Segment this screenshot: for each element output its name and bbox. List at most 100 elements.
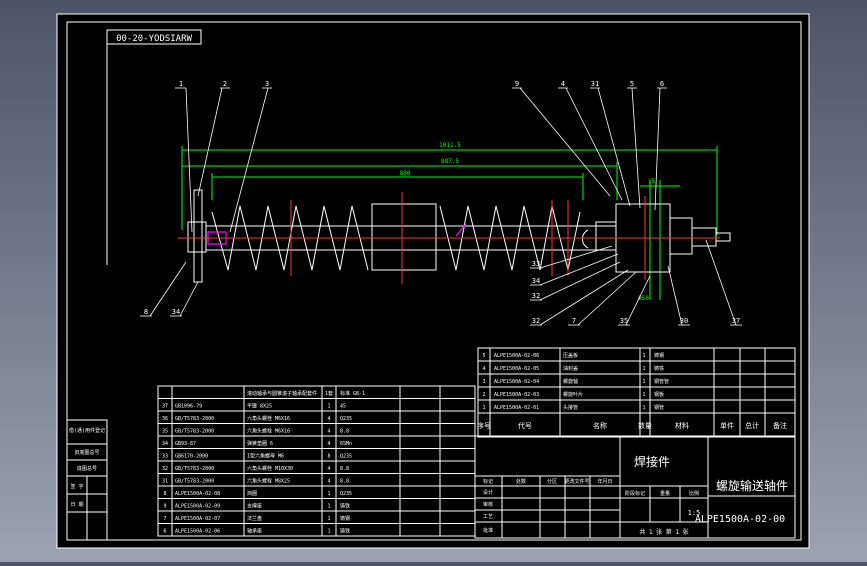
- lower-cell-code: GB/T5783-2000: [175, 429, 214, 435]
- lower-cell-code: ALPE1500A-02-09: [175, 504, 220, 510]
- dim-hub-width: 15: [648, 178, 656, 185]
- svg-text:30: 30: [680, 317, 688, 325]
- lower-cell-remark: 标准 GB-1: [340, 390, 365, 397]
- svg-text:6: 6: [660, 80, 664, 88]
- lower-cell-name: 法兰盘: [247, 515, 262, 522]
- svg-text:35: 35: [620, 317, 628, 325]
- drawing-number: ALPE1500A-02-00: [695, 514, 785, 525]
- svg-text:签 字: 签 字: [70, 483, 83, 490]
- scale: 1:5: [688, 509, 701, 517]
- svg-text:34: 34: [532, 277, 540, 285]
- upper-cell-qty: 1: [642, 366, 645, 372]
- upper-cell-qty: 1: [642, 379, 645, 385]
- lower-cell-remark: 铸钢: [340, 515, 350, 522]
- upper-cell-material: 钢板: [654, 391, 664, 398]
- lower-cell-code: GB93-87: [175, 441, 196, 447]
- lower-cell-remark: Q235: [340, 454, 352, 460]
- lower-cell-name: 轴承座: [247, 528, 262, 535]
- svg-text:32: 32: [532, 292, 540, 300]
- svg-text:9: 9: [515, 80, 519, 88]
- lower-cell-remark: Q235: [340, 416, 352, 422]
- svg-text:00-20-YODSIARW: 00-20-YODSIARW: [116, 34, 192, 44]
- upper-cell-no: 4: [482, 366, 485, 372]
- upper-header-qty: 数量: [638, 421, 652, 430]
- svg-text:底图总号: 底图总号: [77, 465, 97, 472]
- lower-cell-remark: 8.8: [340, 466, 349, 472]
- upper-cell-name: 螺旋叶片: [563, 391, 583, 398]
- lower-cell-code: ALPE1500A-02-07: [175, 516, 220, 522]
- svg-text:工艺: 工艺: [483, 514, 493, 520]
- lower-cell-no: 35: [162, 429, 168, 435]
- dim-overall: 1011.5: [439, 142, 461, 149]
- lower-cell-qty: 1: [327, 529, 330, 535]
- svg-text:32: 32: [532, 317, 540, 325]
- upper-cell-qty: 1: [642, 405, 645, 411]
- lower-cell-qty: 4: [327, 429, 330, 435]
- lower-cell-name: 六角头螺栓 M6X16: [247, 415, 290, 422]
- lower-cell-qty: 4: [327, 416, 330, 422]
- svg-text:34: 34: [172, 308, 180, 316]
- lower-cell-code: GB/T5783-2000: [175, 479, 214, 485]
- lower-cell-name: 挡圈: [247, 490, 257, 497]
- lower-cell-no: 7: [163, 516, 166, 522]
- svg-text:标记: 标记: [483, 478, 493, 485]
- svg-text:设计: 设计: [483, 489, 493, 496]
- sheet-count: 共 1 张 第 1 张: [639, 528, 688, 536]
- lower-cell-remark: 8.8: [340, 479, 349, 485]
- svg-text:比例: 比例: [689, 490, 699, 497]
- upper-cell-name: 油封盖: [563, 365, 578, 372]
- cad-viewport[interactable]: 00-20-YODSIARW 1011.5 887.5 800 Φ50 15 1…: [0, 0, 867, 562]
- lower-cell-remark: 铸铁: [340, 528, 350, 535]
- svg-text:年月日: 年月日: [597, 478, 612, 485]
- upper-cell-material: 铸钢: [654, 352, 664, 359]
- svg-text:8: 8: [144, 308, 148, 316]
- svg-text:重量: 重量: [660, 490, 670, 497]
- lower-cell-remark: 65Mn: [340, 441, 352, 447]
- upper-cell-code: ALPE1500A-02-01: [494, 405, 539, 411]
- svg-text:阶段标记: 阶段标记: [625, 490, 645, 497]
- lower-cell-remark: 45: [340, 404, 346, 410]
- lower-cell-name: 弹簧垫圈 6: [247, 440, 273, 447]
- upper-cell-material: 铸铁: [654, 365, 664, 372]
- lower-cell-code: GB6170-2000: [175, 454, 208, 460]
- upper-cell-material: 钢管管: [654, 378, 669, 385]
- lower-cell-qty: 1: [327, 404, 330, 410]
- upper-header-total_weight: 总计: [745, 421, 759, 430]
- svg-text:31: 31: [591, 80, 599, 88]
- svg-text:33: 33: [532, 260, 540, 268]
- lower-cell-no: 36: [162, 416, 168, 422]
- lower-cell-no: 8: [163, 491, 166, 497]
- svg-text:更改文件号: 更改文件号: [564, 478, 589, 485]
- lower-cell-remark: Q235: [340, 491, 352, 497]
- lower-cell-name: 六角头螺栓 M10X30: [247, 465, 293, 472]
- upper-cell-code: ALPE1500A-02-06: [494, 353, 539, 359]
- lower-cell-qty: 1套: [325, 390, 333, 397]
- svg-text:旧底图总号: 旧底图总号: [74, 449, 99, 456]
- lower-cell-code: ALPE1500A-02-08: [175, 491, 220, 497]
- svg-text:5: 5: [630, 80, 634, 88]
- upper-header-name: 名称: [593, 421, 607, 430]
- lower-cell-name: 六角头螺栓 M6X16: [247, 428, 290, 435]
- svg-text:37: 37: [732, 317, 740, 325]
- svg-text:1: 1: [179, 80, 183, 88]
- lower-cell-qty: 1: [327, 516, 330, 522]
- drawing-sheet: [56, 13, 810, 549]
- upper-cell-material: 钢管: [654, 404, 664, 411]
- upper-cell-no: 1: [482, 405, 485, 411]
- upper-cell-name: 螺旋轴: [563, 378, 578, 385]
- lower-cell-no: 34: [162, 441, 168, 447]
- lower-cell-no: 33: [162, 454, 168, 460]
- lower-cell-no: 6: [163, 529, 166, 535]
- svg-text:借(通)用件登记: 借(通)用件登记: [69, 427, 105, 434]
- lower-cell-qty: 4: [327, 479, 330, 485]
- upper-cell-no: 2: [482, 392, 485, 398]
- lower-cell-name: 六角头螺栓 M8X25: [247, 478, 290, 485]
- dim-mid: 887.5: [441, 158, 459, 165]
- lower-cell-no: 32: [162, 466, 168, 472]
- lower-cell-name: 支撑座: [247, 503, 262, 510]
- lower-cell-no: 9: [163, 504, 166, 510]
- svg-text:分区: 分区: [547, 478, 557, 485]
- svg-text:3: 3: [265, 80, 269, 88]
- part-title: 焊接件: [634, 454, 670, 469]
- upper-cell-qty: 1: [642, 392, 645, 398]
